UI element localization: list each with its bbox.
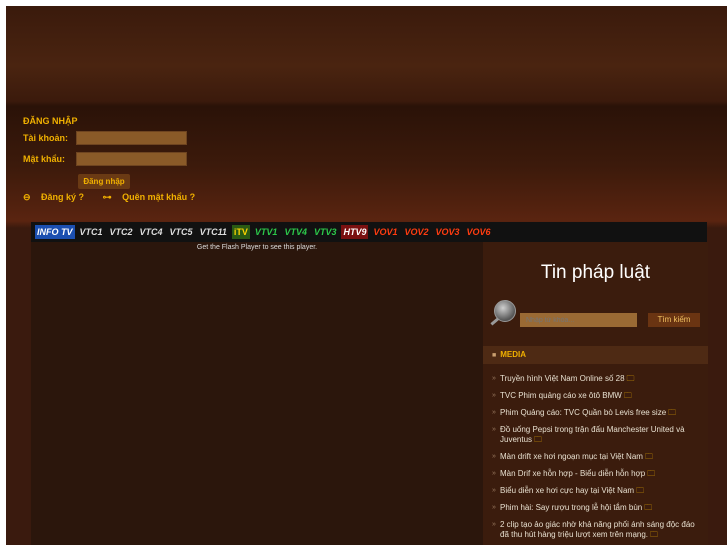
register-link[interactable]: ⊖ Đăng ký ?: [23, 192, 92, 202]
media-item[interactable]: » Màn drift xe hơi ngoạn mục tại Việt Nam…: [492, 452, 704, 462]
media-item-title: Biểu diễn xe hơi cực hay tại Việt Nam: [500, 486, 635, 495]
bullet-icon: ■: [492, 352, 497, 359]
channel-vov1[interactable]: VOV1: [371, 225, 399, 239]
media-item[interactable]: » Biểu diễn xe hơi cực hay tại Việt Nam 🗀: [492, 486, 704, 496]
channel-vtv4[interactable]: VTV4: [282, 225, 309, 239]
media-item[interactable]: » 2 clip tạo ảo giác nhờ khả năng phối án…: [492, 520, 704, 540]
folder-icon: 🗀: [668, 408, 677, 417]
folder-icon: 🗀: [636, 486, 645, 495]
bullet-icon: »: [492, 470, 496, 477]
folder-icon: 🗀: [647, 469, 656, 478]
login-links: ⊖ Đăng ký ? ⊶ Quên mật khẩu ?: [23, 192, 211, 203]
media-item-title: TVC Phim quảng cáo xe ôtô BMW: [500, 391, 622, 400]
register-label: Đăng ký ?: [41, 192, 85, 202]
bullet-icon: »: [492, 487, 496, 494]
forgot-password-link[interactable]: ⊶ Quên mật khẩu ?: [103, 192, 204, 202]
folder-icon: 🗀: [644, 452, 653, 461]
folder-icon: 🗀: [623, 391, 632, 400]
media-item-title: Màn drift xe hơi ngoạn mục tại Việt Nam: [500, 452, 643, 461]
search-box: Tìm kiếm: [490, 300, 704, 332]
channel-infotv[interactable]: INFO TV: [35, 225, 75, 239]
magnifier-icon: [494, 300, 516, 322]
media-item-title: Màn Drif xe hỗn hợp - Biểu diễn hỗn hợp: [500, 469, 646, 478]
key-icon: ⊶: [102, 192, 115, 202]
media-item[interactable]: » Phim Quảng cáo: TVC Quần bò Levis free …: [492, 408, 704, 418]
bullet-icon: »: [492, 453, 496, 460]
channel-vtc11[interactable]: VTC11: [198, 225, 229, 239]
channel-bar: INFO TV VTC1 VTC2 VTC4 VTC5 VTC11 iTV VT…: [31, 222, 707, 242]
media-item-title: Phim hài: Say rượu trong lễ hội tắm bùn: [500, 503, 643, 512]
media-item-title: Đồ uống Pepsi trong trận đấu Manchester …: [500, 425, 685, 444]
video-player[interactable]: Get the Flash Player to see this player.: [31, 242, 483, 545]
media-item[interactable]: » Màn Drif xe hỗn hợp - Biểu diễn hỗn hợp…: [492, 469, 704, 479]
search-input[interactable]: [520, 313, 637, 327]
site-brand: Tin pháp luật: [540, 262, 651, 283]
channel-htv9[interactable]: HTV9: [341, 225, 369, 239]
password-label: Mật khẩu:: [23, 154, 66, 164]
bullet-icon: »: [492, 392, 496, 399]
channel-vtc2[interactable]: VTC2: [108, 225, 135, 239]
media-item[interactable]: » Đồ uống Pepsi trong trận đấu Manchester…: [492, 425, 704, 445]
bullet-icon: »: [492, 409, 496, 416]
folder-icon: 🗀: [534, 435, 543, 444]
folder-icon: 🗀: [650, 530, 659, 539]
channel-vov2[interactable]: VOV2: [403, 225, 431, 239]
folder-icon: 🗀: [626, 374, 635, 383]
media-item[interactable]: » Truyền hình Việt Nam Online số 28 🗀: [492, 374, 704, 384]
search-button[interactable]: Tìm kiếm: [648, 313, 700, 327]
media-item-title: 2 clip tạo ảo giác nhờ khả năng phối ánh…: [500, 520, 695, 539]
password-field[interactable]: [76, 152, 187, 166]
bullet-icon: »: [492, 521, 496, 528]
media-item-title: Phim Quảng cáo: TVC Quần bò Levis free s…: [500, 408, 667, 417]
channel-vtv3[interactable]: VTV3: [312, 225, 339, 239]
username-label: Tài khoản:: [23, 133, 69, 143]
bullet-icon: »: [492, 504, 496, 511]
media-title: MEDIA: [500, 350, 527, 359]
channel-vtc5[interactable]: VTC5: [168, 225, 195, 239]
register-icon: ⊖: [23, 192, 34, 202]
sidebar: Tin pháp luật Tìm kiếm ■MEDIA » Truyền hì…: [483, 242, 708, 545]
media-item-title: Truyền hình Việt Nam Online số 28: [500, 374, 625, 383]
channel-vov3[interactable]: VOV3: [434, 225, 462, 239]
channel-vtc1[interactable]: VTC1: [78, 225, 105, 239]
channel-vtv1[interactable]: VTV1: [253, 225, 280, 239]
bullet-icon: »: [492, 426, 496, 433]
page: ĐĂNG NHẬP Tài khoản: Mật khẩu: Đăng nhập…: [6, 6, 727, 545]
forgot-password-label: Quên mật khẩu ?: [122, 192, 196, 202]
bullet-icon: »: [492, 375, 496, 382]
media-header: ■ MEDIA: [483, 346, 708, 364]
channel-vtc4[interactable]: VTC4: [138, 225, 165, 239]
login-title: ĐĂNG NHẬP: [23, 116, 78, 126]
login-button[interactable]: Đăng nhập: [78, 174, 130, 189]
media-item[interactable]: » Phim hài: Say rượu trong lễ hội tắm bùn…: [492, 503, 704, 513]
flash-notice: Get the Flash Player to see this player.: [196, 244, 318, 251]
media-item[interactable]: » TVC Phim quảng cáo xe ôtô BMW 🗀: [492, 391, 704, 401]
media-list: » Truyền hình Việt Nam Online số 28 🗀 » TVC…: [492, 374, 704, 545]
channel-vov6[interactable]: VOV6: [465, 225, 493, 239]
channel-itv[interactable]: iTV: [231, 225, 250, 239]
username-field[interactable]: [76, 131, 187, 145]
folder-icon: 🗀: [644, 503, 653, 512]
